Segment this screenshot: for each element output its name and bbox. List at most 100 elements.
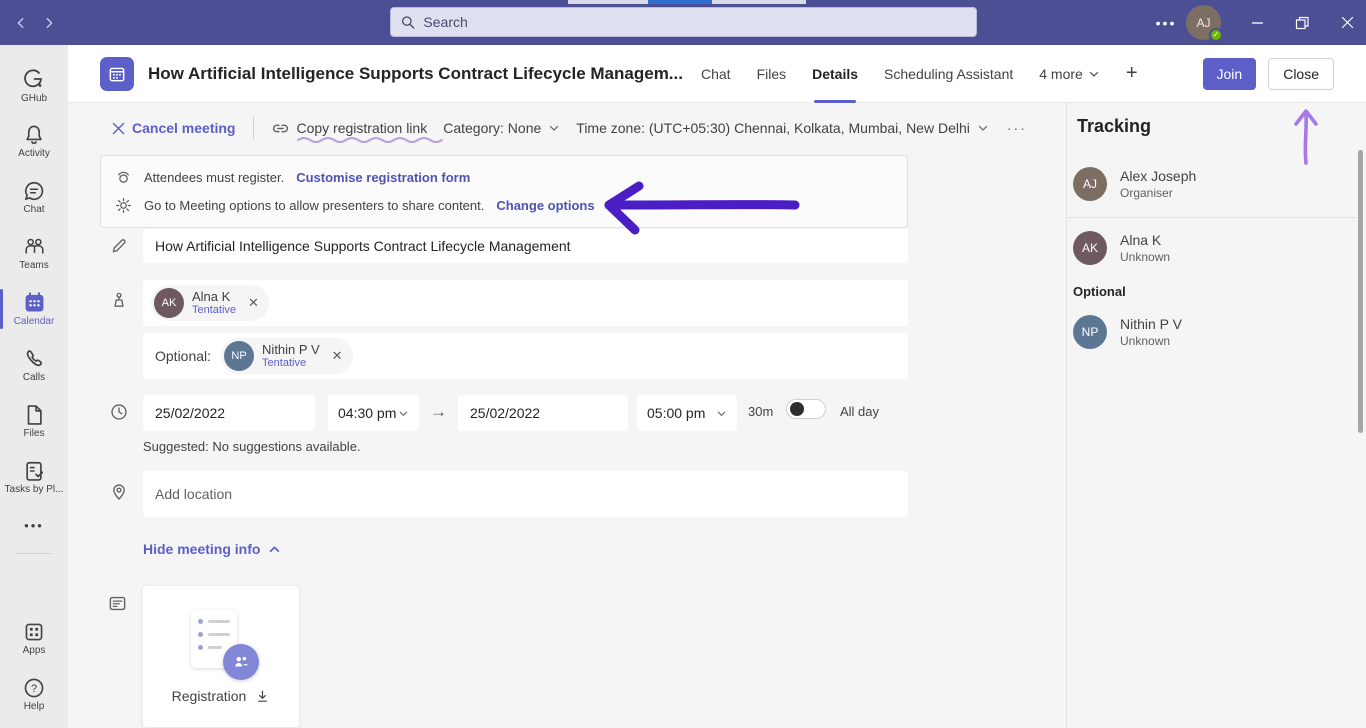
- chevron-down-icon: [977, 122, 989, 134]
- sidebar-item-tasks[interactable]: Tasks by Pl...: [0, 449, 68, 505]
- restore-window-button[interactable]: [1283, 0, 1321, 45]
- titlebar-more-button[interactable]: •••: [1148, 0, 1184, 45]
- all-day-toggle[interactable]: [786, 399, 826, 419]
- optional-label: Optional:: [155, 348, 211, 364]
- attendee-name: Alna K: [192, 290, 236, 304]
- remove-attendee-button[interactable]: ✕: [332, 348, 343, 364]
- attendee-name: Nithin P V: [1120, 315, 1182, 333]
- people-group-icon: [23, 235, 46, 258]
- chat-bubble-icon: [23, 180, 45, 202]
- tracking-optional-heading: Optional: [1073, 284, 1126, 299]
- sidebar-item-ghub[interactable]: GHub: [0, 57, 68, 113]
- optional-attendees-field[interactable]: Optional: NP Nithin P V Tentative ✕: [143, 333, 908, 379]
- cancel-meeting-button[interactable]: Cancel meeting: [112, 120, 235, 136]
- sidebar-item-files[interactable]: Files: [0, 393, 68, 449]
- minimize-icon: [1251, 16, 1264, 29]
- search-input[interactable]: [423, 14, 966, 30]
- attendee-chip-nithin[interactable]: NP Nithin P V Tentative ✕: [221, 338, 352, 374]
- annotation-squiggle-underline: [296, 136, 446, 143]
- chevron-down-icon: [398, 408, 409, 419]
- chevron-down-icon: [716, 408, 727, 419]
- register-icon: [115, 169, 132, 186]
- attendee-rsvp-status: Unknown: [1120, 333, 1182, 349]
- tab-files[interactable]: Files: [757, 45, 787, 103]
- tracking-row-alex[interactable]: AJ Alex Joseph Organiser: [1073, 167, 1196, 201]
- command-bar-divider: [253, 117, 254, 139]
- presence-available-icon: ✓: [1209, 28, 1223, 42]
- attendee-avatar: AK: [154, 288, 184, 318]
- file-icon: [23, 404, 45, 426]
- registration-card[interactable]: Registration: [142, 585, 300, 728]
- toggle-knob: [790, 402, 804, 416]
- copy-registration-link-button[interactable]: Copy registration link: [272, 120, 427, 137]
- join-button[interactable]: Join: [1203, 58, 1257, 90]
- suggested-times-text: Suggested: No suggestions available.: [143, 439, 361, 454]
- change-options-link[interactable]: Change options: [496, 198, 594, 213]
- close-button[interactable]: Close: [1268, 58, 1334, 90]
- command-bar-more-button[interactable]: ···: [1007, 120, 1027, 136]
- meeting-event-icon: [100, 57, 134, 91]
- attendee-avatar: AK: [1073, 231, 1107, 265]
- end-date-input[interactable]: [458, 395, 628, 431]
- add-tab-button[interactable]: +: [1126, 62, 1138, 85]
- meeting-options-notice-row: Go to Meeting options to allow presenter…: [115, 197, 893, 214]
- meeting-duration: 30m: [748, 404, 773, 419]
- close-icon: [1341, 16, 1354, 29]
- meeting-details-content: Cancel meeting Copy registration link Ca…: [68, 103, 1066, 728]
- sidebar-more-apps-button[interactable]: •••: [24, 505, 44, 545]
- user-avatar[interactable]: AJ ✓: [1186, 5, 1221, 40]
- close-window-button[interactable]: [1328, 0, 1366, 45]
- attendee-name: Nithin P V: [262, 343, 320, 357]
- tracking-row-alna[interactable]: AK Alna K Unknown: [1073, 231, 1170, 265]
- gear-icon: [115, 197, 132, 214]
- app-sidebar: GHub Activity Chat Teams Calendar Calls …: [0, 45, 68, 728]
- location-input[interactable]: [143, 471, 908, 517]
- start-time-select[interactable]: 04:30 pm: [328, 395, 419, 431]
- tracking-row-nithin[interactable]: NP Nithin P V Unknown: [1073, 315, 1182, 349]
- phone-icon: [23, 348, 45, 370]
- customise-registration-form-link[interactable]: Customise registration form: [296, 170, 470, 185]
- tracking-divider: [1067, 217, 1356, 218]
- sidebar-item-activity[interactable]: Activity: [0, 113, 68, 169]
- sidebar-item-apps[interactable]: Apps: [0, 610, 68, 666]
- tab-chat[interactable]: Chat: [701, 45, 731, 103]
- meeting-title-input[interactable]: [143, 229, 908, 263]
- time-zone-dropdown[interactable]: Time zone: (UTC+05:30) Chennai, Kolkata,…: [576, 120, 989, 136]
- remove-attendee-button[interactable]: ✕: [248, 295, 259, 311]
- download-icon[interactable]: [255, 689, 270, 704]
- registration-label: Registration: [172, 688, 247, 704]
- sidebar-item-chat[interactable]: Chat: [0, 169, 68, 225]
- start-date-input[interactable]: [143, 395, 315, 431]
- attendee-role: Organiser: [1120, 185, 1196, 201]
- attendee-chip-alna[interactable]: AK Alna K Tentative ✕: [151, 285, 269, 321]
- sidebar-item-calendar[interactable]: Calendar: [0, 281, 68, 337]
- search-bar[interactable]: [390, 7, 977, 37]
- tracking-panel: Tracking AJ Alex Joseph Organiser AK Aln…: [1066, 103, 1366, 728]
- panel-scrollbar[interactable]: [1358, 150, 1363, 433]
- required-attendees-field[interactable]: AK Alna K Tentative ✕: [143, 280, 908, 326]
- back-button[interactable]: [10, 12, 32, 34]
- tab-scheduling-assistant[interactable]: Scheduling Assistant: [884, 45, 1013, 103]
- date-range-arrow-icon: →: [430, 402, 447, 422]
- sidebar-item-teams[interactable]: Teams: [0, 225, 68, 281]
- cancel-x-icon: [112, 122, 125, 135]
- sidebar-item-calls[interactable]: Calls: [0, 337, 68, 393]
- meeting-notes-icon: [108, 594, 127, 613]
- attendee-avatar: NP: [224, 341, 254, 371]
- forward-button[interactable]: [38, 12, 60, 34]
- location-pin-icon: [110, 483, 128, 501]
- all-day-label: All day: [840, 404, 879, 419]
- attendee-name: Alex Joseph: [1120, 167, 1196, 185]
- tab-more[interactable]: 4 more: [1039, 45, 1100, 103]
- tab-details[interactable]: Details: [812, 45, 858, 103]
- calendar-icon: [23, 291, 46, 314]
- hide-meeting-info-link[interactable]: Hide meeting info: [143, 541, 281, 557]
- minimize-button[interactable]: [1238, 0, 1276, 45]
- sidebar-item-help[interactable]: ? Help: [0, 666, 68, 722]
- chevron-right-icon: [42, 16, 56, 30]
- meeting-tabs: Chat Files Details Scheduling Assistant …: [701, 45, 1100, 103]
- category-dropdown[interactable]: Category: None: [443, 120, 560, 136]
- end-time-select[interactable]: 05:00 pm: [637, 395, 737, 431]
- top-tab-strip-active-segment: [648, 0, 712, 4]
- tracking-title: Tracking: [1077, 116, 1151, 137]
